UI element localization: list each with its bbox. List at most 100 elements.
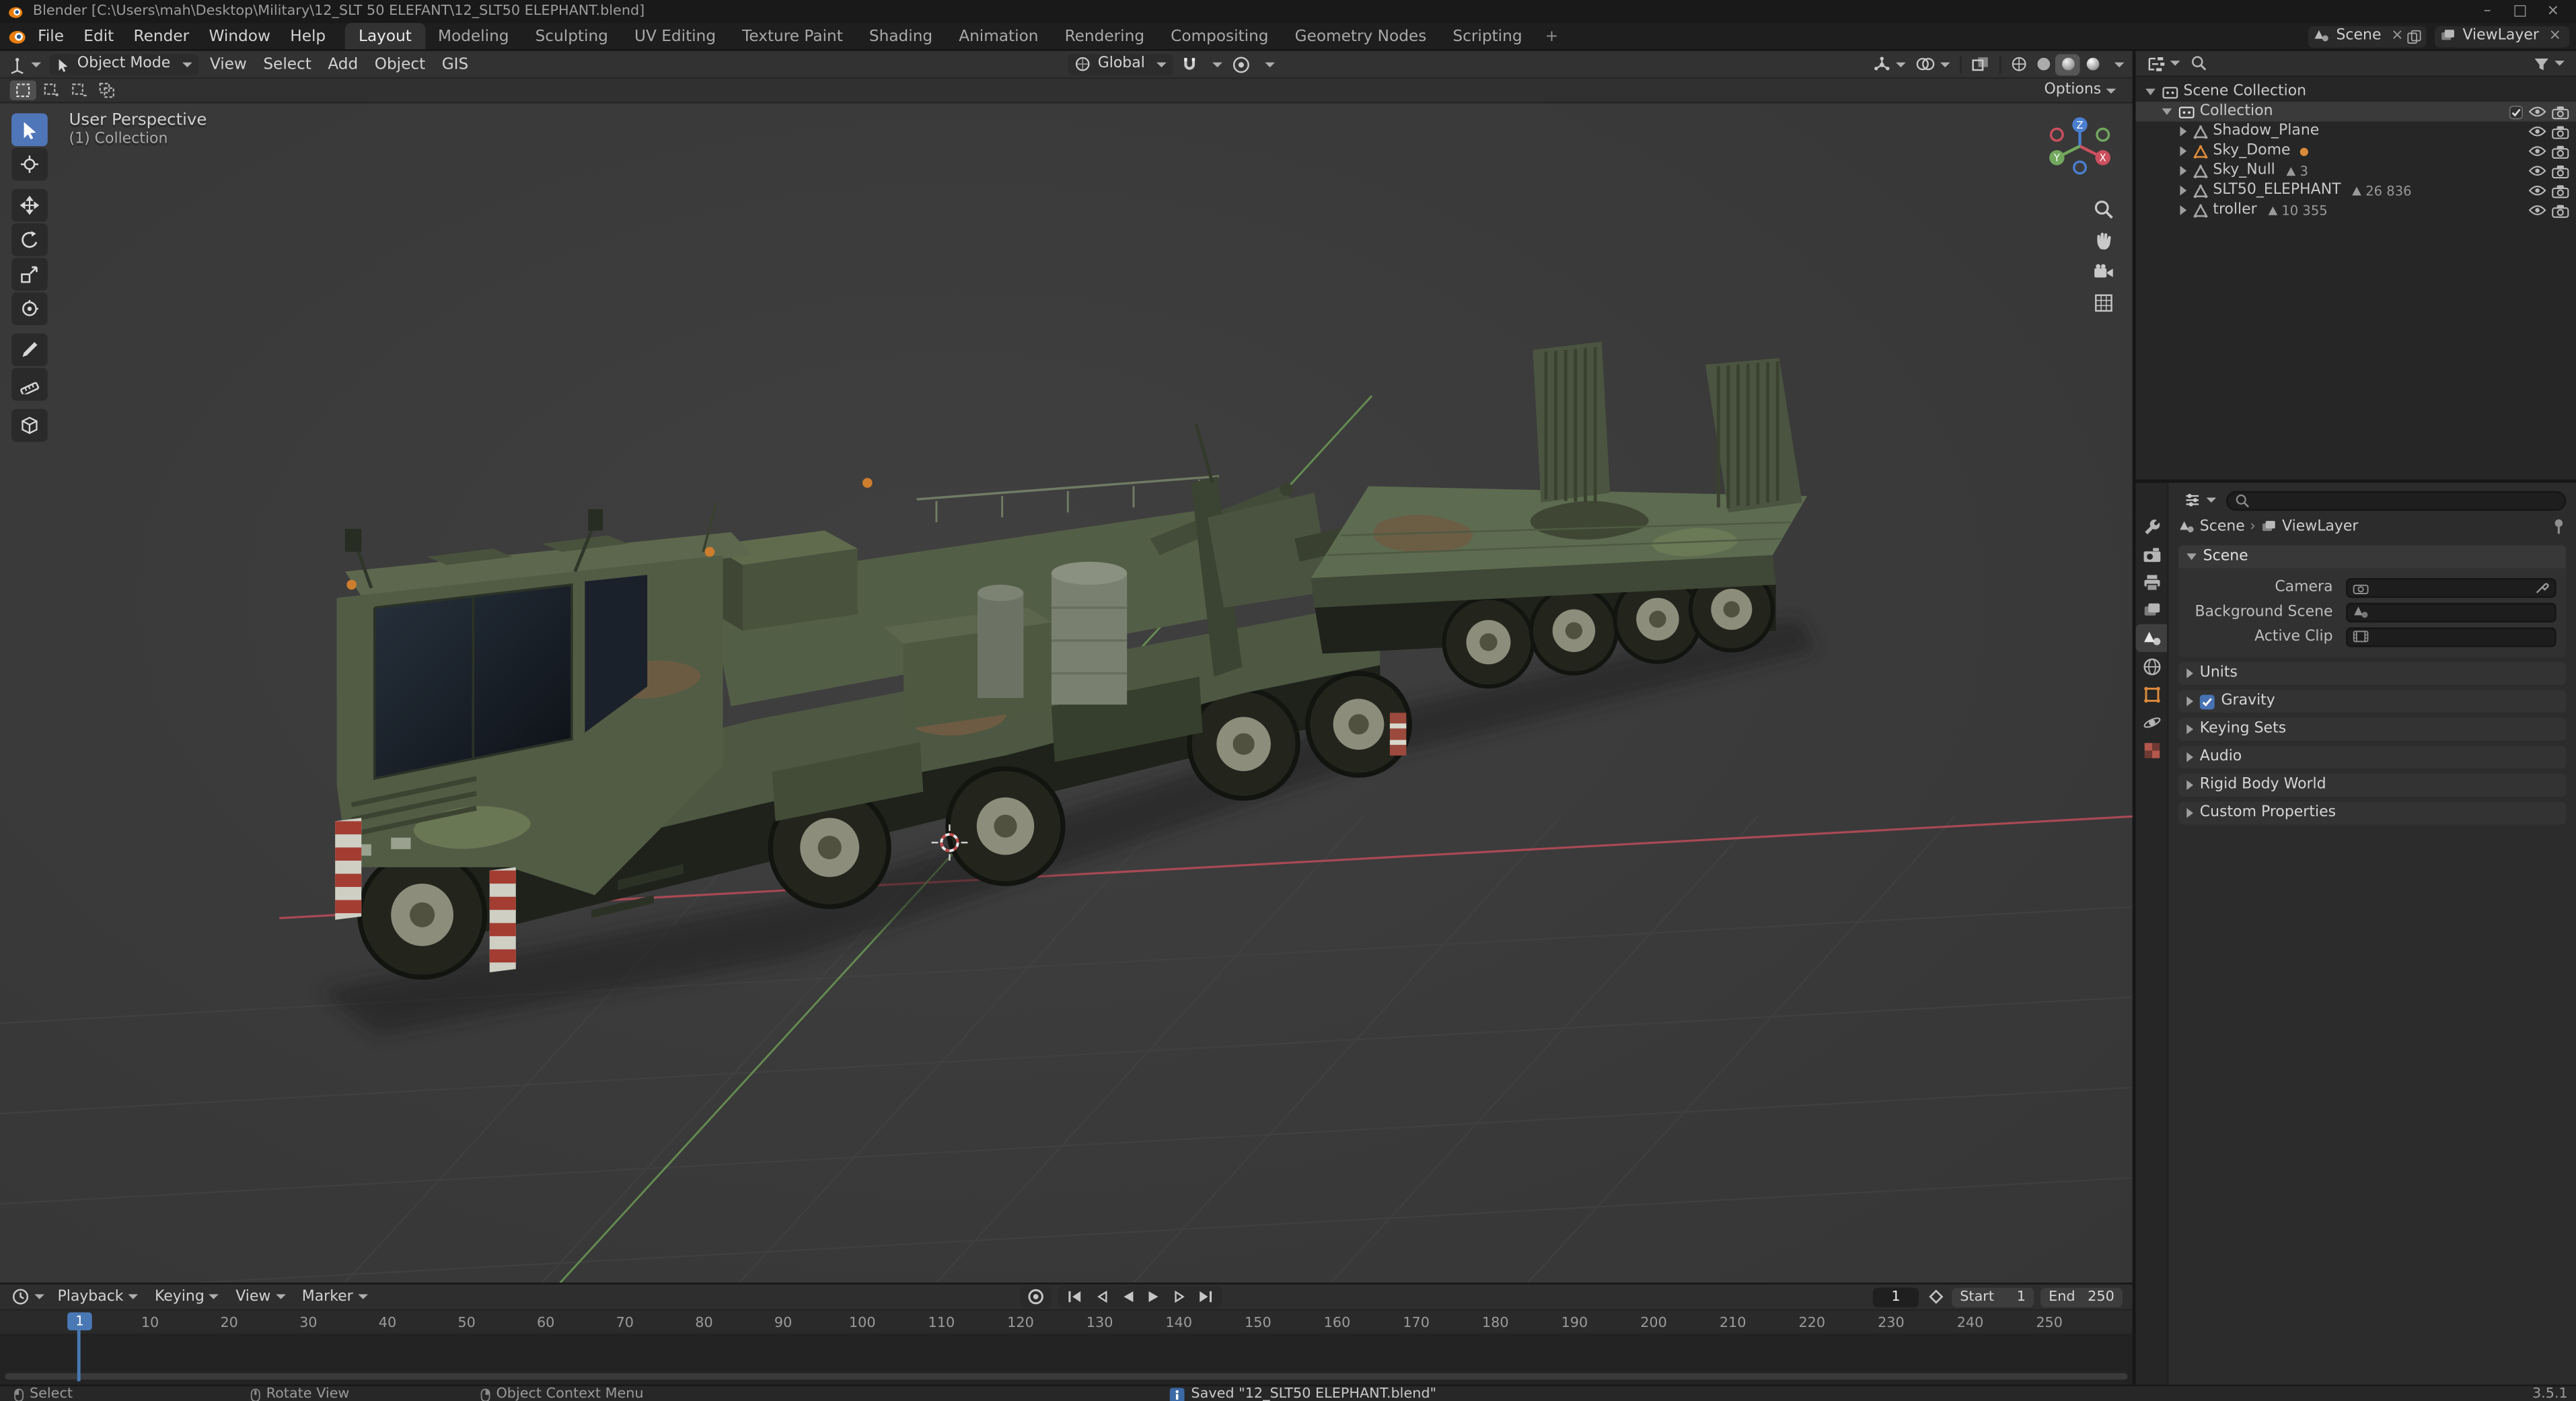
- camera-field[interactable]: [2346, 577, 2556, 598]
- mode-selector[interactable]: Object Mode: [49, 53, 198, 75]
- tool-add-cube[interactable]: [11, 408, 48, 442]
- timeline-ruler[interactable]: 10 20 30 40 50 60 70 80 90 100 110 120 130 140 150 160 1…: [0, 1310, 2133, 1336]
- gizmo-y-label[interactable]: Y: [2053, 153, 2060, 164]
- minimize-button[interactable]: –: [2471, 3, 2504, 20]
- playhead-frame-badge[interactable]: 1: [67, 1312, 92, 1331]
- properties-panel-section[interactable]: Keying Sets: [2178, 717, 2567, 741]
- outliner-item-row[interactable]: Sky_Dome: [2136, 141, 2576, 161]
- outliner-item-row[interactable]: Shadow_Plane: [2136, 122, 2576, 141]
- blender-menu-icon[interactable]: [7, 26, 28, 47]
- editor-type-button[interactable]: [3, 52, 46, 75]
- show-overlays-toggle[interactable]: [1911, 52, 1955, 75]
- camera-visibility-toggle[interactable]: [2551, 164, 2569, 178]
- remove-viewlayer-button[interactable]: ×: [2546, 28, 2565, 44]
- tab-world[interactable]: [2136, 652, 2167, 680]
- workspace-tab[interactable]: Scripting: [1440, 23, 1535, 49]
- shading-options-dropdown[interactable]: [2104, 52, 2129, 75]
- tab-physics[interactable]: [2136, 708, 2167, 735]
- play-button[interactable]: [1141, 1286, 1167, 1307]
- expand-icon[interactable]: [2180, 205, 2187, 215]
- scene-collection-row[interactable]: Scene Collection: [2136, 82, 2576, 102]
- properties-panel-section[interactable]: Audio: [2178, 746, 2567, 769]
- prev-keyframe-button[interactable]: [1089, 1286, 1115, 1307]
- menu-item[interactable]: View: [227, 1285, 294, 1309]
- pan-hand-icon[interactable]: [2088, 227, 2119, 253]
- tool-measure[interactable]: [11, 367, 48, 401]
- keyframe-icon[interactable]: [1924, 1285, 1949, 1308]
- options-dropdown[interactable]: Options: [2044, 82, 2117, 98]
- hide-eye-toggle[interactable]: [2528, 184, 2546, 197]
- properties-panel-section[interactable]: Gravity: [2178, 690, 2567, 713]
- tool-select-box[interactable]: [11, 113, 48, 147]
- object-name[interactable]: Shadow_Plane: [2213, 123, 2319, 139]
- collection-checkbox[interactable]: [2509, 104, 2524, 119]
- collection-label[interactable]: Collection: [2200, 104, 2273, 120]
- model-slt50-truck[interactable]: [230, 325, 1906, 1097]
- workspace-tab[interactable]: Sculpting: [522, 23, 621, 49]
- jump-to-end-button[interactable]: [1193, 1286, 1220, 1307]
- transform-orientation-selector[interactable]: Global: [1068, 53, 1173, 75]
- end-frame-field[interactable]: End 250: [2040, 1287, 2123, 1307]
- camera-view-icon[interactable]: [2088, 258, 2119, 284]
- properties-panel-section[interactable]: Rigid Body World: [2178, 773, 2567, 797]
- camera-visibility-toggle[interactable]: [2551, 144, 2569, 159]
- play-reverse-button[interactable]: [1115, 1286, 1141, 1307]
- expand-icon[interactable]: [2180, 185, 2187, 196]
- zoom-icon[interactable]: [2088, 195, 2119, 221]
- camera-visibility-toggle[interactable]: [2551, 124, 2569, 139]
- tool-transform[interactable]: [11, 292, 48, 326]
- scene-selector[interactable]: Scene ×: [2308, 25, 2427, 47]
- properties-panel-section[interactable]: Units: [2178, 661, 2567, 685]
- object-name[interactable]: Sky_Dome: [2213, 143, 2290, 159]
- outliner-search-icon[interactable]: [2185, 52, 2213, 75]
- current-frame-field[interactable]: 1: [1872, 1287, 1919, 1307]
- menu-item[interactable]: Marker: [294, 1285, 376, 1309]
- add-workspace-button[interactable]: +: [1535, 23, 1568, 49]
- ortho-grid-icon[interactable]: [2088, 289, 2119, 316]
- expand-icon[interactable]: [2180, 126, 2187, 137]
- next-keyframe-button[interactable]: [1167, 1286, 1193, 1307]
- menu-item[interactable]: Keying: [147, 1285, 227, 1309]
- tool-move[interactable]: [11, 188, 48, 222]
- object-name[interactable]: Sky_Null: [2213, 163, 2275, 179]
- tab-scene[interactable]: [2135, 624, 2167, 652]
- hide-eye-toggle[interactable]: [2528, 145, 2546, 158]
- workspace-tab[interactable]: Texture Paint: [729, 23, 856, 49]
- shading-rendered-button[interactable]: [2080, 53, 2105, 75]
- snap-magnet-toggle[interactable]: [1176, 52, 1202, 75]
- camera-visibility-toggle[interactable]: [2551, 203, 2569, 217]
- workspace-tab[interactable]: UV Editing: [621, 23, 729, 49]
- hide-eye-toggle[interactable]: [2528, 125, 2546, 139]
- workspace-tab[interactable]: Animation: [946, 23, 1052, 49]
- shading-material-button[interactable]: [2055, 53, 2080, 75]
- shading-wireframe-button[interactable]: [2006, 53, 2031, 75]
- tab-object[interactable]: [2136, 680, 2167, 707]
- tab-output[interactable]: [2136, 569, 2167, 596]
- collection-row[interactable]: Collection: [2135, 102, 2576, 122]
- eyedropper-icon[interactable]: [2535, 580, 2550, 595]
- properties-search-input[interactable]: [2225, 490, 2567, 510]
- select-mode-new-button[interactable]: [9, 80, 36, 100]
- proportional-editing-toggle[interactable]: [1227, 52, 1255, 75]
- tab-view-layer[interactable]: [2136, 596, 2167, 624]
- hide-eye-toggle[interactable]: [2528, 204, 2546, 217]
- show-gizmos-toggle[interactable]: [1868, 52, 1911, 75]
- menu-item[interactable]: Playback: [49, 1285, 146, 1309]
- camera-visibility-toggle[interactable]: [2551, 104, 2569, 119]
- camera-visibility-toggle[interactable]: [2551, 183, 2569, 198]
- viewport-canvas[interactable]: User Perspective (1) Collection Z X Y: [0, 103, 2133, 1283]
- gizmo-z-label[interactable]: Z: [2077, 120, 2084, 131]
- scene-collection-label[interactable]: Scene Collection: [2183, 83, 2306, 100]
- timeline-scrollbar[interactable]: [5, 1373, 2128, 1380]
- select-mode-intersect-button[interactable]: [94, 81, 120, 100]
- properties-editor-icon-button[interactable]: [2178, 489, 2221, 511]
- select-mode-extend-button[interactable]: [38, 81, 64, 100]
- workspace-tab[interactable]: Geometry Nodes: [1282, 23, 1440, 49]
- tab-render[interactable]: [2136, 540, 2167, 568]
- menu-item[interactable]: Object: [366, 51, 433, 77]
- navigation-gizmo[interactable]: Z X Y: [2044, 110, 2116, 182]
- expand-icon[interactable]: [2180, 166, 2187, 176]
- unlink-scene-button[interactable]: ×: [2388, 28, 2406, 44]
- pin-icon[interactable]: [2551, 517, 2566, 536]
- maximize-button[interactable]: □: [2504, 3, 2537, 20]
